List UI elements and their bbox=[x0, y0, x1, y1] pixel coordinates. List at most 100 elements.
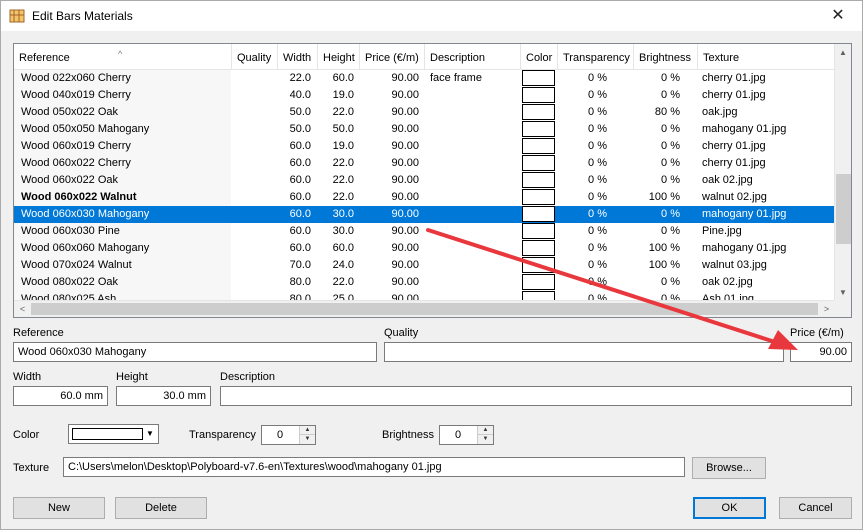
description-field[interactable] bbox=[220, 386, 852, 406]
cell-height[interactable]: 19.0 bbox=[319, 87, 354, 104]
table-row[interactable]: Wood 022x060 Cherry 22.0 60.0 90.00 face fra… bbox=[14, 70, 835, 87]
table-row[interactable]: Wood 050x022 Oak 50.0 22.0 90.00 0 % 80 % oak.… bbox=[14, 104, 835, 121]
cell-brightness[interactable]: 100 % bbox=[648, 240, 680, 257]
table-row[interactable]: Wood 060x019 Cherry 60.0 19.0 90.00 0 % 0 % ch… bbox=[14, 138, 835, 155]
cell-height[interactable]: 22.0 bbox=[319, 155, 354, 172]
cell-texture[interactable]: walnut 02.jpg bbox=[702, 189, 832, 206]
cell-texture[interactable]: walnut 03.jpg bbox=[702, 257, 832, 274]
cell-price[interactable]: 90.00 bbox=[384, 121, 419, 138]
cell-reference[interactable]: Wood 040x019 Cherry bbox=[21, 87, 231, 104]
cell-transparency[interactable]: 0 % bbox=[574, 87, 607, 104]
cell-brightness[interactable]: 100 % bbox=[648, 257, 680, 274]
cell-reference[interactable]: Wood 060x022 Oak bbox=[21, 172, 231, 189]
cell-color-swatch[interactable] bbox=[522, 189, 555, 205]
transparency-spinner[interactable]: 0 ▲ ▼ bbox=[261, 425, 316, 445]
cell-width[interactable]: 60.0 bbox=[278, 223, 311, 240]
close-button[interactable]: ✕ bbox=[828, 6, 848, 26]
cell-color-swatch[interactable] bbox=[522, 257, 555, 273]
cell-price[interactable]: 90.00 bbox=[384, 138, 419, 155]
table-row[interactable]: Wood 080x022 Oak 80.0 22.0 90.00 0 % 0 % oak 0… bbox=[14, 274, 835, 291]
cell-price[interactable]: 90.00 bbox=[384, 206, 419, 223]
cell-transparency[interactable]: 0 % bbox=[574, 172, 607, 189]
cell-description[interactable] bbox=[430, 104, 520, 121]
table-row[interactable]: Wood 060x022 Oak 60.0 22.0 90.00 0 % 0 % oak 0… bbox=[14, 172, 835, 189]
cell-texture[interactable]: cherry 01.jpg bbox=[702, 155, 832, 172]
cell-texture[interactable]: mahogany 01.jpg bbox=[702, 121, 832, 138]
cell-height[interactable]: 60.0 bbox=[319, 70, 354, 87]
cell-color-swatch[interactable] bbox=[522, 223, 555, 239]
cell-description[interactable] bbox=[430, 138, 520, 155]
cell-transparency[interactable]: 0 % bbox=[574, 121, 607, 138]
cell-transparency[interactable]: 0 % bbox=[574, 223, 607, 240]
cancel-button[interactable]: Cancel bbox=[779, 497, 852, 519]
cell-transparency[interactable]: 0 % bbox=[574, 155, 607, 172]
cell-brightness[interactable]: 80 % bbox=[648, 104, 680, 121]
column-header-transparency[interactable]: Transparency bbox=[558, 44, 634, 70]
cell-description[interactable] bbox=[430, 223, 520, 240]
cell-transparency[interactable]: 0 % bbox=[574, 70, 607, 87]
vertical-scrollbar[interactable]: ▲ ▼ bbox=[834, 44, 851, 301]
cell-description[interactable] bbox=[430, 87, 520, 104]
cell-description[interactable] bbox=[430, 274, 520, 291]
scroll-down-icon[interactable]: ▼ bbox=[835, 284, 851, 301]
table-row[interactable]: Wood 060x030 Pine 60.0 30.0 90.00 0 % 0 % Pine… bbox=[14, 223, 835, 240]
cell-color-swatch[interactable] bbox=[522, 240, 555, 256]
new-button[interactable]: New bbox=[13, 497, 105, 519]
quality-field[interactable] bbox=[384, 342, 784, 362]
cell-brightness[interactable]: 0 % bbox=[648, 206, 680, 223]
table-row[interactable]: Wood 070x024 Walnut 70.0 24.0 90.00 0 % 100 %… bbox=[14, 257, 835, 274]
cell-texture[interactable]: oak 02.jpg bbox=[702, 172, 832, 189]
cell-reference[interactable]: Wood 070x024 Walnut bbox=[21, 257, 231, 274]
cell-description[interactable] bbox=[430, 172, 520, 189]
cell-reference[interactable]: Wood 060x060 Mahogany bbox=[21, 240, 231, 257]
cell-color-swatch[interactable] bbox=[522, 104, 555, 120]
reference-field[interactable]: Wood 060x030 Mahogany bbox=[13, 342, 377, 362]
cell-reference[interactable]: Wood 060x022 Cherry bbox=[21, 155, 231, 172]
cell-price[interactable]: 90.00 bbox=[384, 172, 419, 189]
column-header-height[interactable]: Height bbox=[318, 44, 360, 70]
cell-width[interactable]: 60.0 bbox=[278, 240, 311, 257]
cell-color-swatch[interactable] bbox=[522, 274, 555, 290]
cell-width[interactable]: 60.0 bbox=[278, 155, 311, 172]
cell-reference[interactable]: Wood 080x022 Oak bbox=[21, 274, 231, 291]
cell-color-swatch[interactable] bbox=[522, 87, 555, 103]
cell-texture[interactable]: cherry 01.jpg bbox=[702, 138, 832, 155]
materials-grid[interactable]: Reference ^ Quality Width Height Price (… bbox=[13, 43, 852, 318]
cell-reference[interactable]: Wood 022x060 Cherry bbox=[21, 70, 231, 87]
cell-description[interactable] bbox=[430, 240, 520, 257]
table-row[interactable]: Wood 060x022 Cherry 60.0 22.0 90.00 0 % 0 % ch… bbox=[14, 155, 835, 172]
cell-width[interactable]: 50.0 bbox=[278, 121, 311, 138]
cell-color-swatch[interactable] bbox=[522, 206, 555, 222]
cell-transparency[interactable]: 0 % bbox=[574, 104, 607, 121]
width-field[interactable]: 60.0 mm bbox=[13, 386, 108, 406]
cell-texture[interactable]: cherry 01.jpg bbox=[702, 70, 832, 87]
cell-price[interactable]: 90.00 bbox=[384, 257, 419, 274]
table-row[interactable]: Wood 040x019 Cherry 40.0 19.0 90.00 0 % 0 % ch… bbox=[14, 87, 835, 104]
cell-description[interactable] bbox=[430, 155, 520, 172]
cell-description[interactable]: face frame bbox=[430, 70, 520, 87]
cell-price[interactable]: 90.00 bbox=[384, 189, 419, 206]
cell-color-swatch[interactable] bbox=[522, 121, 555, 137]
cell-transparency[interactable]: 0 % bbox=[574, 206, 607, 223]
spin-up-icon[interactable]: ▲ bbox=[299, 426, 315, 435]
cell-height[interactable]: 30.0 bbox=[319, 206, 354, 223]
column-header-texture[interactable]: Texture bbox=[698, 44, 835, 70]
cell-color-swatch[interactable] bbox=[522, 172, 555, 188]
cell-color-swatch[interactable] bbox=[522, 155, 555, 171]
chevron-down-icon[interactable]: ▼ bbox=[143, 425, 157, 443]
cell-texture[interactable]: cherry 01.jpg bbox=[702, 87, 832, 104]
cell-transparency[interactable]: 0 % bbox=[574, 138, 607, 155]
cell-width[interactable]: 80.0 bbox=[278, 274, 311, 291]
cell-width[interactable]: 50.0 bbox=[278, 104, 311, 121]
cell-height[interactable]: 22.0 bbox=[319, 104, 354, 121]
scroll-up-icon[interactable]: ▲ bbox=[835, 44, 851, 61]
cell-reference[interactable]: Wood 060x030 Mahogany bbox=[21, 206, 231, 223]
height-field[interactable]: 30.0 mm bbox=[116, 386, 211, 406]
price-field[interactable]: 90.00 bbox=[790, 342, 852, 362]
cell-description[interactable] bbox=[430, 121, 520, 138]
cell-width[interactable]: 70.0 bbox=[278, 257, 311, 274]
cell-height[interactable]: 50.0 bbox=[319, 121, 354, 138]
cell-brightness[interactable]: 0 % bbox=[648, 155, 680, 172]
vertical-scroll-thumb[interactable] bbox=[836, 174, 851, 244]
cell-price[interactable]: 90.00 bbox=[384, 70, 419, 87]
